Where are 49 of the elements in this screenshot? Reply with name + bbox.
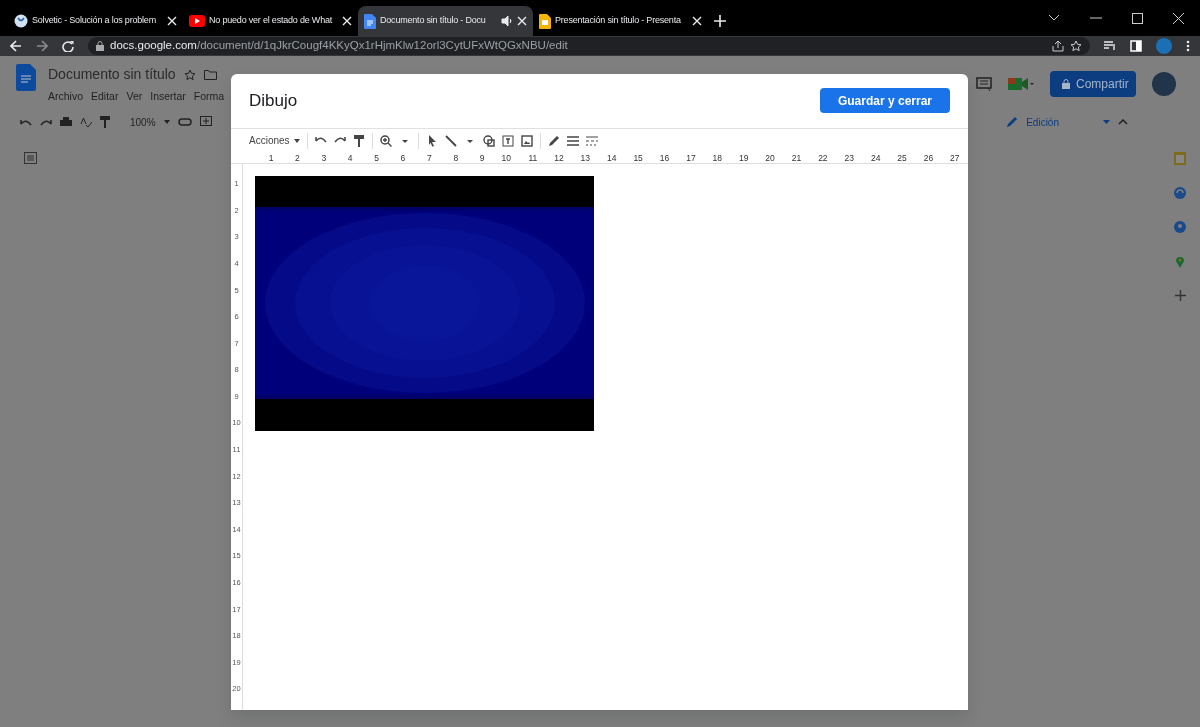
- save-button[interactable]: Guardar y cerrar: [819, 88, 950, 114]
- menu-item[interactable]: Ver: [126, 89, 143, 105]
- ruler-number: 26: [922, 153, 934, 164]
- ruler-number: 2: [294, 153, 300, 164]
- url-text: docs.google.com/document/d/1qJkrCougf4KKyQx1rHjmKlw12orl3CytUFxWtQGxNBU/edit: [110, 38, 568, 54]
- ruler-number: 18: [711, 153, 723, 164]
- document-title[interactable]: Documento sin título: [48, 64, 176, 85]
- ruler-number: 8: [452, 153, 459, 164]
- ruler-number: 15: [632, 153, 643, 164]
- ruler-number: 1: [267, 153, 274, 164]
- ruler-number: 21: [790, 153, 802, 164]
- address-bar[interactable]: docs.google.com/document/d/1qJkrCougf4KKyQx1rHjmKlw12orl3CytUFxWtQGxNBU/edit: [88, 37, 1090, 55]
- dialog-title: Dibujo: [249, 90, 298, 113]
- ruler-number: 25: [896, 153, 907, 164]
- tab-title: No puedo ver el estado de What: [209, 14, 334, 28]
- tab-title: Documento sin título - Docu: [380, 14, 487, 28]
- menu-item[interactable]: Editar: [91, 89, 119, 105]
- ruler-number: 19: [737, 153, 749, 164]
- browser-tab[interactable]: Documento sin título - Docu: [358, 6, 533, 36]
- tab-title: Solvetic - Solución a los problem: [32, 14, 157, 28]
- tab-title: Presentación sin título - Presenta: [555, 14, 682, 28]
- ruler-number: 16: [658, 153, 670, 164]
- menu-item[interactable]: Insertar: [150, 89, 186, 105]
- browser-tab[interactable]: Solvetic - Solución a los problem: [8, 6, 183, 36]
- browser-tab[interactable]: Presentación sin título - Presenta: [533, 6, 708, 36]
- ruler-number: 13: [579, 153, 591, 164]
- ruler-number: 23: [843, 153, 854, 164]
- browser-tab[interactable]: No puedo ver el estado de What: [183, 6, 358, 36]
- ruler-number: 3: [320, 153, 327, 164]
- mode-select[interactable]: Edición: [1026, 114, 1059, 130]
- ruler-number: 11: [527, 153, 538, 164]
- ruler-number: 17: [685, 153, 696, 164]
- actions-menu[interactable]: Acciones: [249, 133, 300, 149]
- ruler-number: 22: [817, 153, 828, 164]
- ruler-number: 4: [346, 153, 353, 164]
- menu-item[interactable]: Forma: [193, 89, 225, 105]
- zoom-select[interactable]: 100%: [130, 114, 156, 130]
- ruler-number: 14: [606, 153, 617, 164]
- ruler-number: 9: [478, 153, 485, 164]
- ruler-number: 27: [949, 153, 960, 164]
- ruler-number: 10: [500, 153, 511, 164]
- ruler-number: 12: [553, 153, 564, 164]
- share-button[interactable]: Compartir: [1050, 71, 1136, 98]
- ruler-number: 24: [869, 153, 881, 164]
- ruler-number: 7: [426, 153, 432, 164]
- ruler-number: 6: [399, 153, 406, 164]
- menu-item[interactable]: Archivo: [48, 89, 83, 105]
- ruler-number: 5: [373, 153, 379, 164]
- ruler-number: 20: [764, 153, 775, 164]
